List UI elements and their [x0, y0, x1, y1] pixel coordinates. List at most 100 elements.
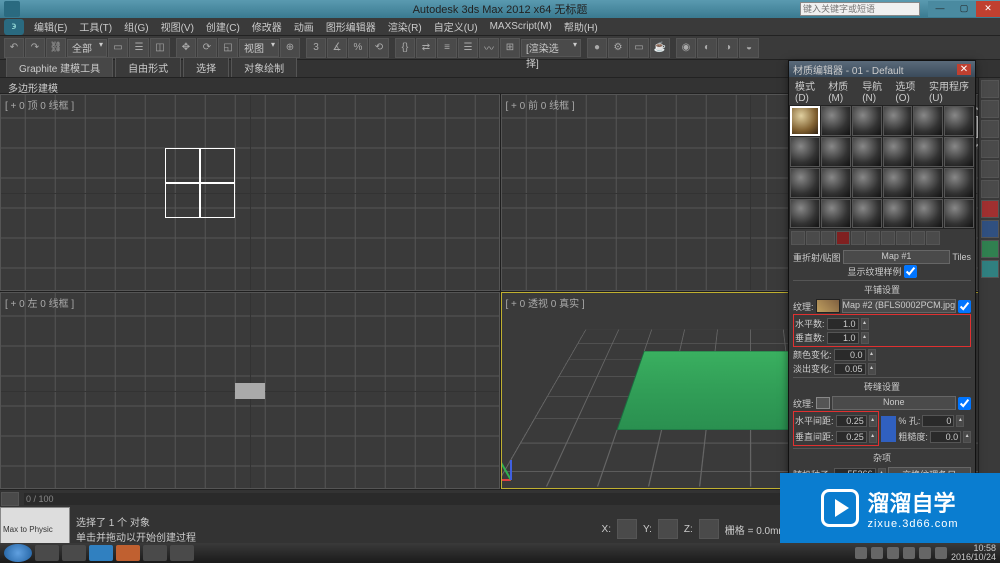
rough-spinner[interactable]: ▴ [963, 431, 971, 443]
mat-close-button[interactable]: ✕ [957, 64, 971, 75]
texture-swatch[interactable] [816, 299, 840, 313]
sample-slot[interactable] [821, 137, 851, 167]
mat-menu-nav[interactable]: 导航(N) [858, 78, 891, 104]
menu-animation[interactable]: 动画 [288, 19, 320, 34]
map-button[interactable]: Map #2 (BFLS0002PCM.jpg) [842, 299, 956, 313]
map-dropdown[interactable]: Map #1 [843, 250, 951, 264]
coord-y-input[interactable] [658, 519, 678, 539]
sample-slot-1[interactable] [790, 106, 820, 136]
task-explorer-icon[interactable] [35, 545, 59, 561]
sample-slot[interactable] [821, 199, 851, 229]
system-clock[interactable]: 10:58 2016/10/24 [951, 544, 996, 562]
help-search-input[interactable] [800, 2, 920, 16]
tool-c[interactable]: ◑ [718, 38, 738, 58]
sample-slot[interactable] [883, 106, 913, 136]
render-setup-button[interactable]: ⚙ [608, 38, 628, 58]
mat-make-icon[interactable] [881, 231, 895, 245]
ref-coord-dropdown[interactable]: 视图 [239, 39, 279, 57]
curve-editor-button[interactable]: 〰 [479, 38, 499, 58]
menu-customize[interactable]: 自定义(U) [428, 19, 484, 34]
minimize-button[interactable]: — [928, 1, 952, 17]
cp-color-blue[interactable] [981, 220, 999, 238]
close-button[interactable]: ✕ [976, 1, 1000, 17]
sample-slot[interactable] [883, 137, 913, 167]
colorvar-input[interactable]: 0.0 [834, 349, 866, 361]
menu-modifiers[interactable]: 修改器 [246, 19, 288, 34]
tab-selection[interactable]: 选择 [183, 57, 229, 77]
sample-slot[interactable] [913, 199, 943, 229]
hole-input[interactable]: 0 [922, 415, 954, 427]
vp-left-label[interactable]: [ + 0 左 0 线框 ] [5, 295, 74, 310]
sample-slot[interactable] [821, 168, 851, 198]
sample-slot[interactable] [790, 137, 820, 167]
sample-slot[interactable] [852, 137, 882, 167]
cp-display-icon[interactable] [981, 160, 999, 178]
mat-parent-icon[interactable] [911, 231, 925, 245]
spinner-snap-button[interactable]: ⟲ [369, 38, 389, 58]
coord-x-input[interactable] [617, 519, 637, 539]
rough-input[interactable]: 0.0 [930, 431, 961, 443]
task-app3-icon[interactable] [143, 545, 167, 561]
pivot-button[interactable]: ⊕ [280, 38, 300, 58]
snap-button[interactable]: 3 [306, 38, 326, 58]
render-selection-dropdown[interactable]: [渲染选择] [521, 39, 581, 57]
align-button[interactable]: ≡ [437, 38, 457, 58]
h-count-input[interactable]: 1.0 [827, 318, 859, 330]
layers-button[interactable]: ☰ [458, 38, 478, 58]
mat-show-icon[interactable] [851, 231, 865, 245]
v-count-input[interactable]: 1.0 [827, 332, 859, 344]
wireframe-plane[interactable] [165, 148, 235, 218]
undo-button[interactable]: ↶ [4, 38, 24, 58]
v-gap-input[interactable]: 0.25 [836, 431, 867, 443]
cp-create-icon[interactable] [981, 80, 999, 98]
material-editor-window[interactable]: 材质编辑器 - 01 - Default ✕ 模式(D) 材质(M) 导航(N)… [788, 60, 976, 490]
h-gap-input[interactable]: 0.25 [836, 415, 867, 427]
h-count-spinner[interactable]: ▴ [861, 318, 869, 330]
tray-icon[interactable] [935, 547, 947, 559]
mat-reset-icon[interactable] [836, 231, 850, 245]
task-app-icon[interactable] [62, 545, 86, 561]
sample-slot[interactable] [883, 199, 913, 229]
sample-slot[interactable] [913, 106, 943, 136]
sample-slot[interactable] [852, 199, 882, 229]
sample-slot[interactable] [821, 106, 851, 136]
map-enable-checkbox[interactable] [958, 300, 971, 313]
move-button[interactable]: ✥ [176, 38, 196, 58]
schematic-button[interactable]: ⊞ [500, 38, 520, 58]
task-app2-icon[interactable] [116, 545, 140, 561]
vp-top-label[interactable]: [ + 0 顶 0 线框 ] [5, 97, 74, 112]
fadevar-spinner[interactable]: ▴ [868, 363, 876, 375]
sample-slot[interactable] [913, 137, 943, 167]
maximize-button[interactable]: ▢ [952, 1, 976, 17]
cp-hierarchy-icon[interactable] [981, 120, 999, 138]
render-frame-button[interactable]: ▭ [629, 38, 649, 58]
sample-slot[interactable] [944, 168, 974, 198]
cp-motion-icon[interactable] [981, 140, 999, 158]
named-sets-button[interactable]: {} [395, 38, 415, 58]
menu-help[interactable]: 帮助(H) [558, 19, 604, 34]
mat-titlebar[interactable]: 材质编辑器 - 01 - Default ✕ [789, 61, 975, 77]
material-editor-button[interactable]: ● [587, 38, 607, 58]
percent-snap-button[interactable]: % [348, 38, 368, 58]
show-std-checkbox[interactable] [904, 265, 917, 278]
colorvar-spinner[interactable]: ▴ [868, 349, 876, 361]
mat-get-icon[interactable] [791, 231, 805, 245]
cp-utils-icon[interactable] [981, 180, 999, 198]
select-region-button[interactable]: ◫ [150, 38, 170, 58]
tray-icon[interactable] [855, 547, 867, 559]
grout-enable-checkbox[interactable] [958, 397, 971, 410]
mat-options-icon[interactable] [866, 231, 880, 245]
menu-edit[interactable]: 编辑(E) [28, 19, 73, 34]
menu-render[interactable]: 渲染(R) [382, 19, 428, 34]
sample-slot[interactable] [790, 168, 820, 198]
tray-icon[interactable] [871, 547, 883, 559]
menu-tools[interactable]: 工具(T) [73, 19, 118, 34]
h-gap-spinner[interactable]: ▴ [869, 415, 877, 427]
viewport-top[interactable]: [ + 0 顶 0 线框 ] [0, 94, 500, 291]
tray-icon[interactable] [903, 547, 915, 559]
vp-persp-label[interactable]: [ + 0 透视 0 真实 ] [506, 295, 585, 310]
select-button[interactable]: ▭ [108, 38, 128, 58]
hole-spinner[interactable]: ▴ [956, 415, 964, 427]
mat-put-icon[interactable] [806, 231, 820, 245]
task-browser-icon[interactable] [89, 545, 113, 561]
